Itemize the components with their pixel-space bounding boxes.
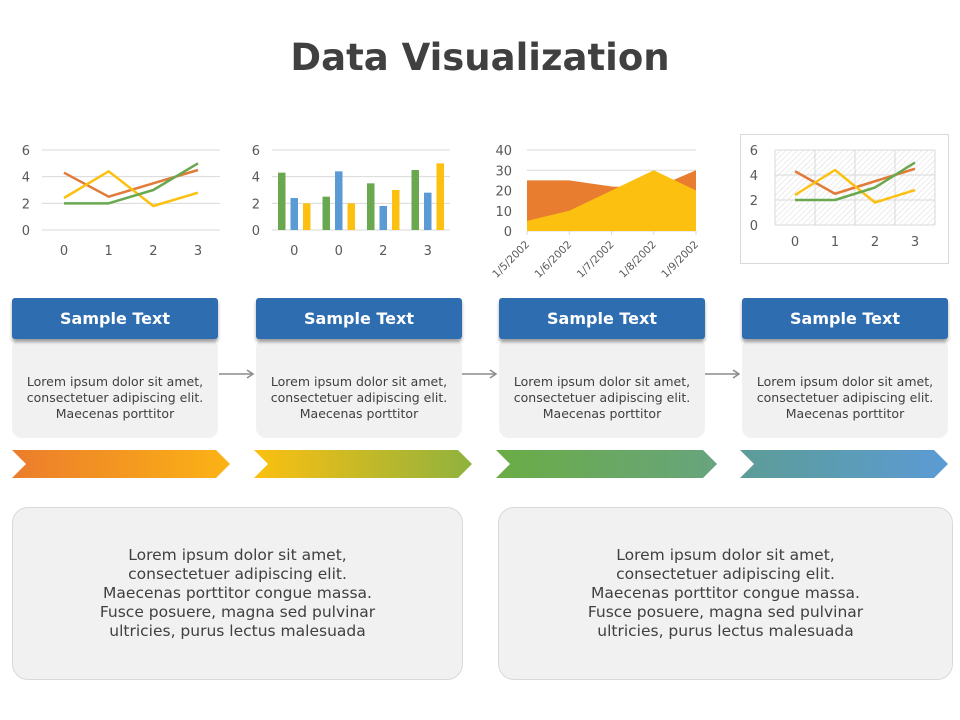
y-tick-label: 4 xyxy=(22,171,30,186)
bar-series-1 xyxy=(278,172,286,230)
bar-series-2 xyxy=(424,192,432,230)
x-tick-label: 0 xyxy=(791,235,799,250)
y-tick-label: 40 xyxy=(495,144,512,159)
x-tick-label: 1/7/2002 xyxy=(575,239,617,281)
x-tick-label: 3 xyxy=(424,244,432,259)
text-panel-right: Lorem ipsum dolor sit amet, consectetuer… xyxy=(498,507,953,680)
card-1-body: Lorem ipsum dolor sit amet, consectetuer… xyxy=(12,338,218,438)
chevron-shape xyxy=(496,450,717,478)
bar-series-3 xyxy=(303,203,311,230)
y-tick-label: 0 xyxy=(252,224,260,239)
y-tick-label: 2 xyxy=(750,194,758,209)
y-tick-label: 6 xyxy=(252,144,260,159)
y-tick-label: 30 xyxy=(495,164,512,179)
chevron-shape xyxy=(12,450,230,478)
bar-series-2 xyxy=(290,198,298,230)
bar-series-3 xyxy=(392,190,400,230)
x-tick-label: 2 xyxy=(149,244,157,259)
bar-chart: 0 2 4 6 0 0 2 3 xyxy=(252,144,450,259)
x-tick-label: 1/5/2002 xyxy=(490,239,532,281)
y-tick-label: 4 xyxy=(750,169,758,184)
line-chart-2: 0 2 4 6 0 1 2 3 xyxy=(750,144,936,250)
bar-series-3 xyxy=(347,203,355,230)
chevron-step-2 xyxy=(254,450,472,478)
x-tick-label: 1/6/2002 xyxy=(533,239,575,281)
y-tick-label: 2 xyxy=(252,197,260,212)
arrow-right-icon xyxy=(462,369,498,379)
y-tick-label: 4 xyxy=(252,171,260,186)
chevron-step-3 xyxy=(496,450,717,478)
x-tick-label: 1/8/2002 xyxy=(617,239,659,281)
page-title: Data Visualization xyxy=(290,36,670,79)
card-4-body: Lorem ipsum dolor sit amet, consectetuer… xyxy=(742,338,948,438)
y-tick-label: 0 xyxy=(750,219,758,234)
x-tick-label: 2 xyxy=(379,244,387,259)
y-tick-label: 0 xyxy=(22,224,30,239)
card-4-header: Sample Text xyxy=(742,298,948,339)
x-tick-label: 2 xyxy=(871,235,879,250)
bar-series-3 xyxy=(436,163,444,230)
y-tick-label: 0 xyxy=(504,225,512,240)
chevron-step-4 xyxy=(740,450,948,478)
arrow-right-icon xyxy=(705,369,741,379)
x-tick-label: 3 xyxy=(911,235,919,250)
y-tick-label: 10 xyxy=(495,205,512,220)
bar-series-1 xyxy=(322,196,330,230)
bar-series-1 xyxy=(411,170,419,230)
bar-series-1 xyxy=(367,183,375,230)
x-tick-label: 0 xyxy=(335,244,343,259)
text-panel-left: Lorem ipsum dolor sit amet, consectetuer… xyxy=(12,507,463,680)
card-3-body: Lorem ipsum dolor sit amet, consectetuer… xyxy=(499,338,705,438)
x-tick-label: 1 xyxy=(105,244,113,259)
chevron-step-1 xyxy=(12,450,230,478)
bar-series-2 xyxy=(335,171,343,230)
x-tick-label: 0 xyxy=(290,244,298,259)
x-tick-label: 1 xyxy=(831,235,839,250)
bar-series-2 xyxy=(379,206,387,230)
area-chart: 0 10 20 30 40 1/5/2002 1/6/2002 1/7/2002 1/8/200… xyxy=(490,144,701,281)
card-1-header: Sample Text xyxy=(12,298,218,339)
y-tick-label: 2 xyxy=(22,197,30,212)
x-tick-label: 0 xyxy=(60,244,68,259)
y-tick-label: 20 xyxy=(495,185,512,200)
x-tick-label: 1/9/2002 xyxy=(659,239,701,281)
chevron-shape xyxy=(740,450,948,478)
y-tick-label: 6 xyxy=(22,144,30,159)
card-2-body: Lorem ipsum dolor sit amet, consectetuer… xyxy=(256,338,462,438)
x-tick-label: 3 xyxy=(194,244,202,259)
card-3-header: Sample Text xyxy=(499,298,705,339)
y-tick-label: 6 xyxy=(750,144,758,159)
chevron-shape xyxy=(254,450,472,478)
line-chart-1: 0 2 4 6 0 1 2 3 xyxy=(22,144,220,259)
card-2-header: Sample Text xyxy=(256,298,462,339)
arrow-right-icon xyxy=(219,369,255,379)
